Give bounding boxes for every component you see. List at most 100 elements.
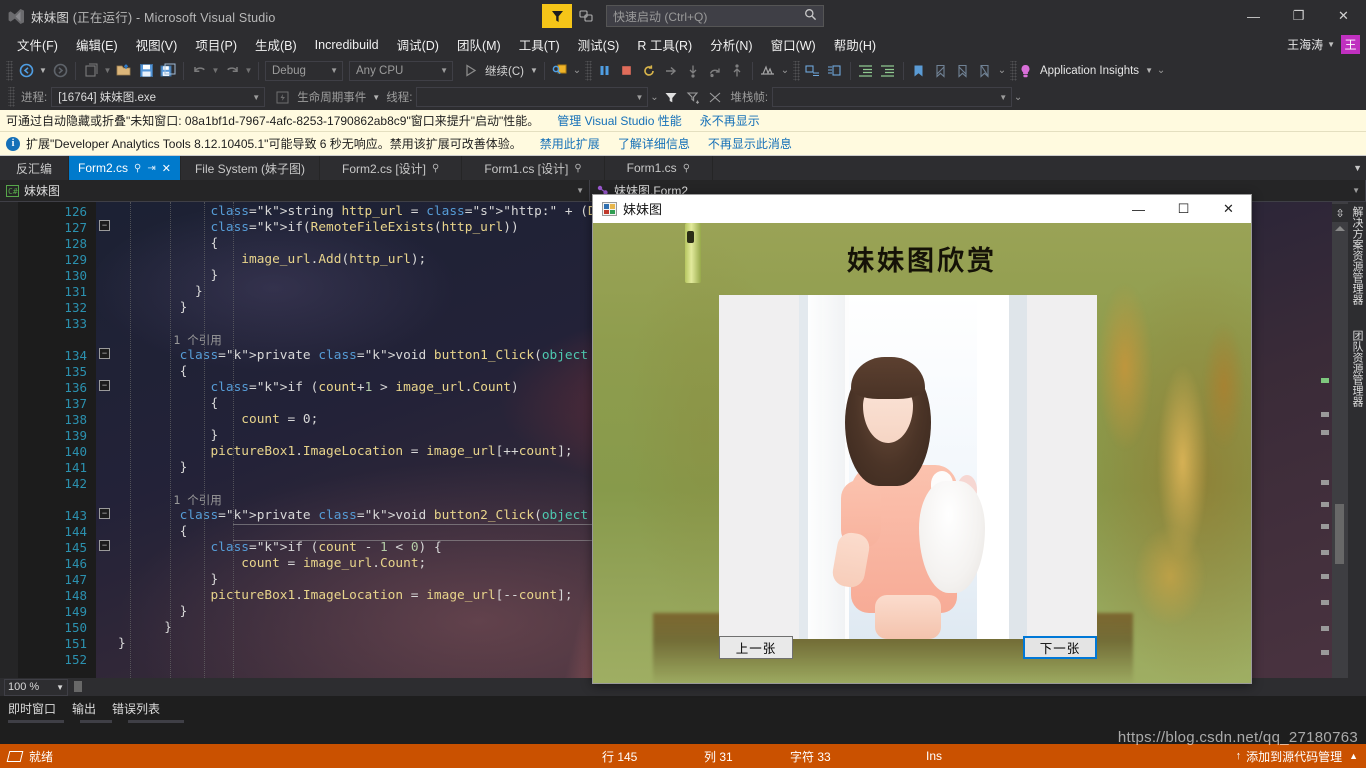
- navigate-forward-icon[interactable]: [49, 60, 71, 82]
- editor-outlining-margin[interactable]: − − − − −: [96, 202, 114, 678]
- next-bookmark-icon[interactable]: [952, 60, 974, 82]
- menu-tools[interactable]: 工具(T): [510, 32, 569, 57]
- toolbar-grip[interactable]: [6, 60, 13, 81]
- toolbar-grip-2[interactable]: [584, 60, 592, 81]
- step-out-icon[interactable]: [726, 60, 748, 82]
- new-project-dropdown-icon[interactable]: ▼: [102, 60, 113, 82]
- tab-disassembly[interactable]: 反汇编: [0, 156, 70, 180]
- next-image-button[interactable]: 下一张: [1023, 636, 1097, 659]
- break-all-icon[interactable]: [594, 60, 616, 82]
- attach-process-icon[interactable]: [549, 60, 571, 82]
- app-close-button[interactable]: ✕: [1206, 195, 1251, 223]
- scroll-up-arrow-icon[interactable]: [1335, 226, 1345, 231]
- navigate-backward-icon[interactable]: [15, 60, 37, 82]
- collapse-icon[interactable]: −: [99, 380, 110, 391]
- step-into-icon[interactable]: [682, 60, 704, 82]
- increase-indent-icon[interactable]: [855, 60, 877, 82]
- tab-file-system[interactable]: File System (妹子图): [180, 156, 320, 180]
- tab-output[interactable]: 输出: [72, 700, 96, 717]
- collapse-icon[interactable]: −: [99, 508, 110, 519]
- user-name[interactable]: 王海涛: [1287, 36, 1323, 53]
- unflag-threads-icon[interactable]: [704, 86, 726, 108]
- toolbar-grip-4[interactable]: [1009, 60, 1017, 81]
- tab-form1-designer[interactable]: Form1.cs [设计] ⚲: [462, 156, 605, 180]
- previous-bookmark-icon[interactable]: [930, 60, 952, 82]
- continue-dropdown-icon[interactable]: ▼: [528, 60, 540, 82]
- chevron-down-icon[interactable]: ▼: [1353, 163, 1362, 173]
- sidebar-item-team-explorer[interactable]: 团队资源管理器: [1349, 330, 1365, 407]
- menu-view[interactable]: 视图(V): [127, 32, 187, 57]
- chevron-down-icon[interactable]: ▼: [1327, 40, 1335, 49]
- disable-extension-link[interactable]: 禁用此扩展: [540, 135, 600, 152]
- thread-select[interactable]: ▼: [416, 87, 649, 107]
- menu-file[interactable]: 文件(F): [8, 32, 67, 57]
- clear-bookmarks-icon[interactable]: [974, 60, 996, 82]
- application-insights-label[interactable]: Application Insights: [1036, 65, 1143, 77]
- type-select[interactable]: C# 妹妹图 ▼: [0, 179, 590, 202]
- stop-debugging-icon[interactable]: [616, 60, 638, 82]
- start-debug-icon[interactable]: [459, 60, 481, 82]
- undo-icon[interactable]: [188, 60, 210, 82]
- outlining-collapse-toggle[interactable]: −: [96, 346, 114, 362]
- tab-error-list[interactable]: 错误列表: [112, 700, 160, 717]
- sidebar-item-solution-explorer[interactable]: 解决方案资源管理器: [1349, 206, 1365, 305]
- pin-icon[interactable]: ⚲: [134, 163, 141, 174]
- diagnostics-icon[interactable]: [757, 60, 779, 82]
- comment-selection-icon[interactable]: [802, 60, 824, 82]
- toggle-bookmark-icon[interactable]: [908, 60, 930, 82]
- close-icon[interactable]: ✕: [162, 162, 171, 175]
- app-minimize-button[interactable]: —: [1116, 195, 1161, 223]
- menu-test[interactable]: 测试(S): [569, 32, 629, 57]
- lifecycle-events-label[interactable]: 生命周期事件: [293, 89, 370, 105]
- manage-vs-performance-link[interactable]: 管理 Visual Studio 性能: [557, 112, 682, 129]
- save-icon[interactable]: [135, 60, 157, 82]
- menu-project[interactable]: 项目(P): [186, 32, 246, 57]
- outlining-collapse-toggle[interactable]: −: [96, 218, 114, 234]
- menu-edit[interactable]: 编辑(E): [67, 32, 127, 57]
- menu-team[interactable]: 团队(M): [448, 32, 510, 57]
- menu-debug[interactable]: 调试(D): [388, 32, 448, 57]
- debug-toolbar-grip[interactable]: [8, 87, 15, 107]
- solution-configuration-select[interactable]: Debug ▼: [265, 60, 343, 81]
- minimize-button[interactable]: —: [1231, 0, 1276, 32]
- step-over-icon[interactable]: [704, 60, 726, 82]
- status-source-control[interactable]: ↑ 添加到源代码管理 ▲: [1236, 748, 1358, 765]
- restart-icon[interactable]: [638, 60, 660, 82]
- outlining-collapse-toggle[interactable]: −: [96, 378, 114, 394]
- collapse-icon[interactable]: −: [99, 348, 110, 359]
- tab-form2-cs[interactable]: Form2.cs ⚲ ⇥ ✕: [69, 156, 181, 180]
- filter-threads-icon[interactable]: [660, 86, 682, 108]
- pin-icon[interactable]: ⚲: [574, 163, 581, 174]
- bookmarks-overflow-icon[interactable]: ⌄: [996, 65, 1008, 76]
- thread-overflow-icon[interactable]: ⌄: [648, 92, 660, 103]
- pin-icon[interactable]: ⚲: [683, 163, 690, 174]
- lifecycle-events-icon[interactable]: [271, 86, 293, 108]
- menu-help[interactable]: 帮助(H): [825, 32, 885, 57]
- decrease-indent-icon[interactable]: [877, 60, 899, 82]
- pin-icon[interactable]: ⚲: [432, 163, 439, 174]
- menu-incredibuild[interactable]: Incredibuild: [306, 35, 388, 55]
- app-window-titlebar[interactable]: 妹妹图 — ☐ ✕: [593, 195, 1251, 223]
- toolbar-overflow-icon[interactable]: ⌄: [1155, 65, 1167, 76]
- restore-button[interactable]: ❐: [1276, 0, 1321, 32]
- pin-tab-icon[interactable]: ⇥: [147, 163, 155, 174]
- flag-thread-icon[interactable]: [682, 86, 704, 108]
- show-next-statement-icon[interactable]: [660, 60, 682, 82]
- never-show-again-link[interactable]: 永不再显示: [700, 112, 760, 129]
- menu-rtools[interactable]: R 工具(R): [628, 32, 701, 57]
- lifecycle-dropdown-icon[interactable]: ▼: [370, 86, 382, 108]
- stackframe-select[interactable]: ▼: [772, 87, 1013, 107]
- editor-vertical-scrollbar[interactable]: [1332, 202, 1348, 678]
- editor-indicator-margin[interactable]: [0, 202, 18, 678]
- stackframe-overflow-icon[interactable]: ⌄: [1012, 92, 1024, 103]
- outlining-collapse-toggle[interactable]: −: [96, 506, 114, 522]
- tab-immediate-window[interactable]: 即时窗口: [8, 700, 56, 717]
- app-maximize-button[interactable]: ☐: [1161, 195, 1206, 223]
- menu-analyze[interactable]: 分析(N): [701, 32, 761, 57]
- picture-box[interactable]: [719, 295, 1097, 639]
- attach-process-overflow-icon[interactable]: ⌄: [571, 65, 583, 76]
- quick-launch-input[interactable]: 快速启动 (Ctrl+Q): [606, 5, 824, 27]
- tab-form2-designer[interactable]: Form2.cs [设计] ⚲: [319, 156, 463, 180]
- tab-form1-cs[interactable]: Form1.cs ⚲: [604, 156, 714, 180]
- menu-build[interactable]: 生成(B): [246, 32, 306, 57]
